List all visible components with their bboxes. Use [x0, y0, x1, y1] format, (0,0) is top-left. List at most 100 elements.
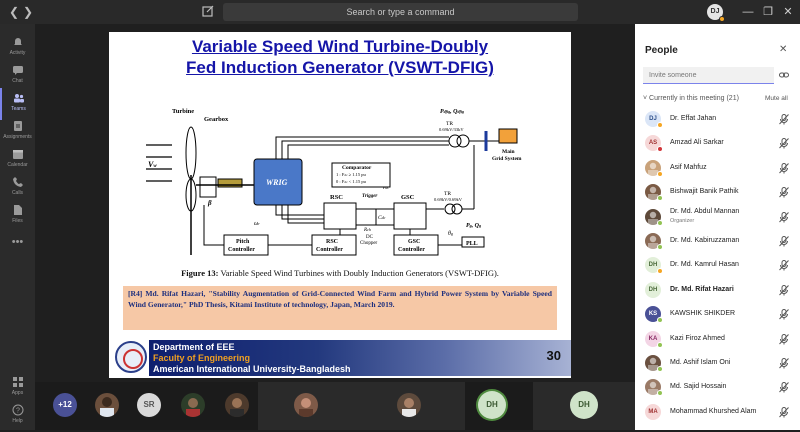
forward-icon[interactable]: ❯ — [20, 4, 36, 20]
participant-name: Amzad Ali Sarkar — [670, 139, 724, 147]
apps-icon — [12, 377, 23, 387]
rail-files[interactable]: Files — [0, 200, 35, 232]
participant-tile[interactable]: DH — [533, 382, 635, 430]
avatar-initials: DJ — [710, 8, 720, 15]
svg-text:1 : Fdc ≥ 1.15 pu: 1 : Fdc ≥ 1.15 pu — [336, 172, 367, 177]
phone-icon — [12, 177, 23, 187]
mic-off-icon[interactable] — [779, 333, 789, 345]
participant-row[interactable]: DH Dr. Md. Kamrul Hasan — [635, 254, 800, 278]
status-dot — [657, 244, 663, 250]
participant-row[interactable]: Md. Ashif Islam Oni — [635, 352, 800, 376]
mic-off-icon[interactable] — [779, 382, 789, 393]
section-header[interactable]: ˅ Currently in this meeting (21) — [643, 95, 739, 102]
close-panel-icon[interactable]: ✕ — [779, 44, 787, 55]
rail-help[interactable]: ? Help — [0, 400, 35, 432]
person-photo-icon — [230, 398, 244, 417]
figure-caption: Figure 13: Variable Speed Wind Turbines … — [109, 268, 571, 278]
participant-name: Dr. Md. Abdul Mannan — [670, 207, 740, 215]
svg-text:PLL: PLL — [466, 241, 478, 247]
participant-name: Dr. Effat Jahan — [670, 115, 717, 122]
svg-text:?: ? — [16, 408, 20, 415]
mic-off-icon[interactable] — [779, 138, 789, 149]
active-speaker-avatar[interactable]: DH — [478, 391, 506, 419]
svg-text:Trigger: Trigger — [362, 194, 377, 199]
link-icon[interactable] — [779, 71, 789, 79]
new-chat-icon[interactable] — [200, 3, 216, 19]
rail-label: Teams — [11, 106, 26, 112]
rail-label: Help — [12, 418, 23, 424]
status-dot — [657, 317, 663, 324]
more-icon: ••• — [11, 236, 24, 248]
svg-text:ωr: ωr — [254, 221, 260, 227]
rail-label: Calendar — [7, 162, 28, 168]
mute-all-button[interactable]: Mute all — [765, 95, 788, 102]
panel-title: People — [645, 45, 678, 56]
slide-footer: Department of EEE Faculty of Engineering… — [109, 336, 571, 378]
status-dot — [657, 268, 663, 275]
search-input[interactable]: Search or type a command — [223, 3, 578, 21]
person-photo-icon — [299, 398, 313, 417]
participant-name: Md. Ashif Islam Oni — [670, 359, 731, 366]
svg-text:Vw: Vw — [148, 160, 157, 169]
participant-name: Kazi Firoz Ahmed — [670, 334, 725, 342]
participant-tile[interactable] — [258, 382, 361, 430]
svg-text:0 : Fdc < 1.15 pu: 0 : Fdc < 1.15 pu — [336, 179, 367, 184]
status-dot — [719, 16, 725, 22]
rail-label: Apps — [11, 390, 24, 396]
svg-text:RSC: RSC — [330, 194, 343, 201]
slide-title: Variable Speed Wind Turbine-Doubly Fed I… — [109, 36, 571, 78]
participant-row[interactable]: MA Mohammad Khurshed Alam — [635, 401, 800, 425]
status-dot — [657, 122, 663, 128]
mic-off-icon[interactable] — [779, 260, 789, 271]
participant-row[interactable]: Asif Mahfuz — [635, 157, 800, 181]
participant-name: Md. Sajid Hossain — [670, 383, 727, 391]
svg-text:Chopper: Chopper — [360, 241, 378, 246]
calendar-icon — [12, 150, 23, 159]
rail-more[interactable]: ••• — [0, 232, 35, 264]
mic-off-icon[interactable] — [779, 236, 789, 247]
participant-row[interactable]: KA Kazi Firoz Ahmed — [635, 328, 800, 352]
participant-row[interactable]: DH Dr. Md. Rifat Hazari — [635, 279, 800, 303]
rail-label: Activity — [9, 50, 26, 56]
close-icon[interactable]: ✕ — [780, 4, 796, 20]
participant-row[interactable]: Dr. Md. Kabiruzzaman — [635, 230, 800, 254]
more-participants-button[interactable]: +12 — [53, 393, 77, 417]
slide-title-line1: Variable Speed Wind Turbine-Doubly — [191, 37, 489, 56]
status-dot — [657, 366, 663, 372]
participant-row[interactable]: Md. Sajid Hossain — [635, 376, 800, 400]
mic-off-icon[interactable] — [779, 358, 789, 369]
shared-slide[interactable]: Variable Speed Wind Turbine-Doubly Fed I… — [109, 32, 571, 378]
participant-row[interactable]: AS Amzad Ali Sarkar — [635, 132, 800, 156]
footer-university: American International University-Bangla… — [153, 364, 351, 374]
person-photo-icon — [402, 398, 416, 417]
participant-initials[interactable]: SR — [137, 393, 161, 417]
svg-text:Main: Main — [502, 149, 515, 155]
participant-video[interactable] — [225, 393, 249, 417]
participant-tile[interactable] — [361, 382, 464, 430]
participant-video[interactable] — [95, 393, 119, 417]
mic-off-icon[interactable] — [779, 284, 789, 296]
participant-row[interactable]: DJ Dr. Effat Jahan — [635, 108, 800, 132]
participant-row[interactable]: Dr. Md. Abdul Mannan Organizer — [635, 206, 800, 230]
mic-off-icon[interactable] — [779, 114, 789, 125]
svg-text:Comparator: Comparator — [342, 165, 372, 171]
status-dot — [657, 170, 663, 177]
participant-row[interactable]: KS KAWSHIK SHIKDER — [635, 303, 800, 327]
mic-off-icon[interactable] — [779, 309, 789, 320]
invite-input[interactable]: Invite someone — [643, 67, 774, 84]
mic-off-icon[interactable] — [779, 406, 789, 418]
participant-video[interactable] — [181, 393, 205, 417]
participant-video — [294, 393, 318, 417]
rail-label: Calls — [11, 190, 24, 196]
mic-off-icon[interactable] — [779, 187, 789, 198]
help-icon: ? — [12, 404, 23, 416]
maximize-icon[interactable]: ❐ — [760, 4, 776, 20]
svg-text:WRIG: WRIG — [266, 178, 288, 187]
mic-off-icon[interactable] — [779, 211, 789, 223]
mic-off-icon[interactable] — [779, 162, 789, 174]
minimize-icon[interactable]: — — [740, 4, 756, 20]
svg-text:θg: θg — [448, 231, 453, 237]
avatar[interactable]: DJ — [707, 4, 725, 22]
svg-text:RSC: RSC — [326, 239, 338, 245]
participant-row[interactable]: Bishwajit Banik Pathik — [635, 181, 800, 205]
